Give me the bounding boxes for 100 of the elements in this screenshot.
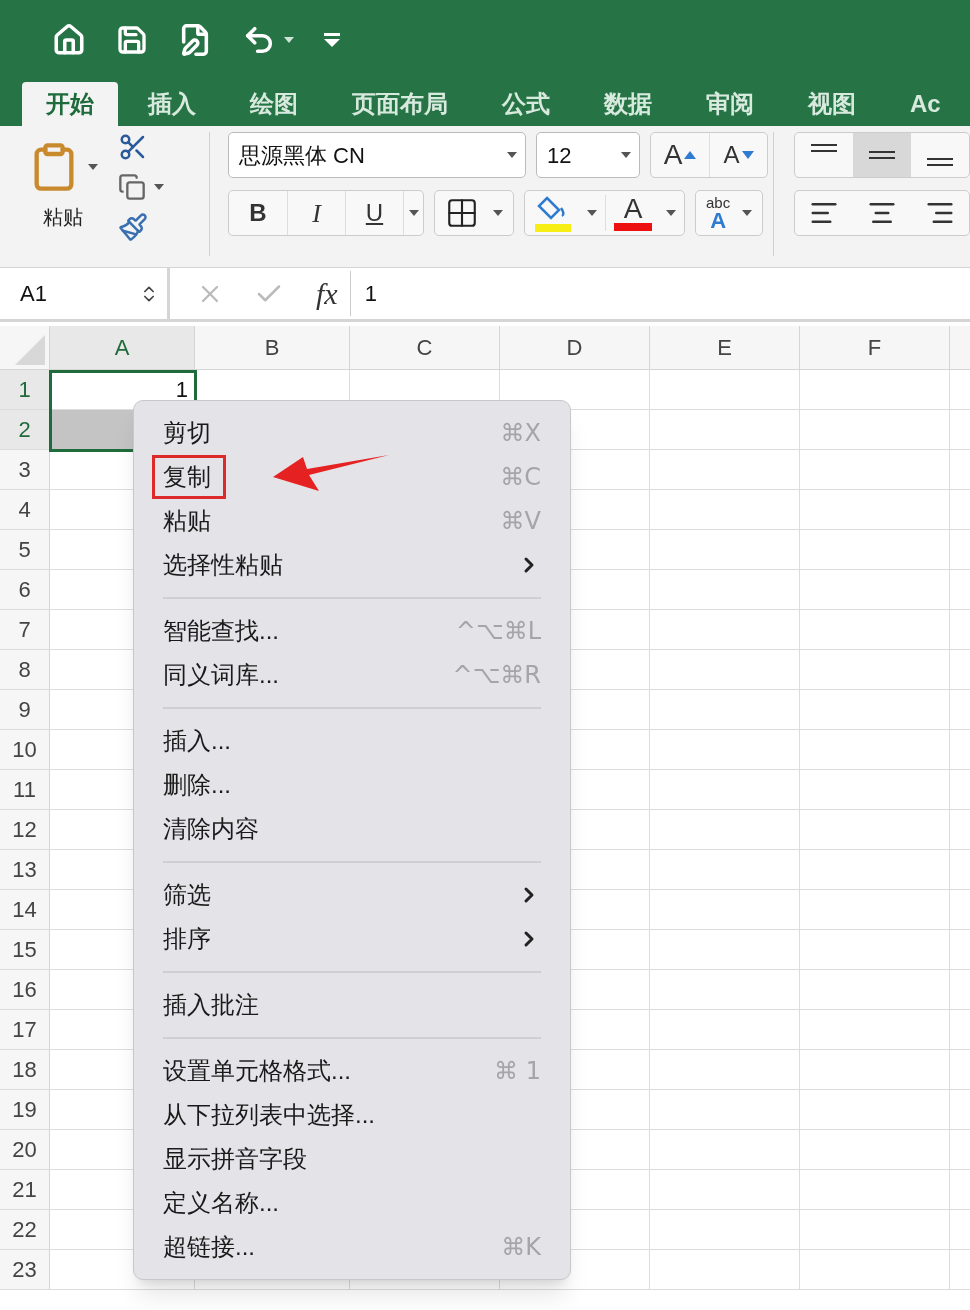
triangle-icon <box>15 335 45 365</box>
fill-color-icon[interactable] <box>533 194 573 232</box>
shortcut-text: ⌘K <box>501 1232 541 1263</box>
ribbon-tab[interactable]: 数据 <box>580 82 676 126</box>
shortcut-text: ⌘C <box>500 462 541 493</box>
save-icon[interactable] <box>116 24 148 56</box>
customize-toolbar-icon[interactable] <box>324 33 340 47</box>
column-header[interactable]: A <box>50 326 195 369</box>
row-header[interactable]: 2 <box>0 410 50 449</box>
menu-item[interactable]: 复制 ⌘C <box>134 455 570 499</box>
caret-icon <box>621 152 631 158</box>
shortcut-text: ^⌥⌘R <box>452 660 541 691</box>
row-header[interactable]: 4 <box>0 490 50 529</box>
ribbon-tab[interactable]: 插入 <box>124 82 220 126</box>
row-header[interactable]: 22 <box>0 1210 50 1249</box>
row-header[interactable]: 6 <box>0 570 50 609</box>
font-name-field[interactable]: 思源黑体 CN <box>228 132 526 178</box>
color-bar <box>614 223 652 231</box>
menu-item-label: 定义名称... <box>163 1188 279 1218</box>
ribbon-tab[interactable]: 公式 <box>478 82 574 126</box>
row-header[interactable]: 5 <box>0 530 50 569</box>
vertical-align-button[interactable] <box>853 133 911 177</box>
menu-item-label: 删除... <box>163 770 231 800</box>
menu-item[interactable]: 设置单元格格式... ⌘ 1 <box>134 1049 570 1093</box>
column-header[interactable]: F <box>800 326 950 369</box>
align-lines-icon <box>869 151 895 159</box>
row-header[interactable]: 12 <box>0 810 50 849</box>
caret-icon <box>493 210 503 216</box>
caret-icon <box>88 164 98 170</box>
ribbon-tab[interactable]: 页面布局 <box>328 82 472 126</box>
format-painter-icon[interactable] <box>118 212 148 242</box>
menu-item-label: 设置单元格格式... <box>163 1056 351 1086</box>
font-color-button[interactable]: A <box>614 195 652 231</box>
shortcut-text: ^⌥⌘L <box>455 616 541 647</box>
copy-icon[interactable] <box>118 172 146 202</box>
row-header[interactable]: 8 <box>0 650 50 689</box>
menu-item[interactable]: 从下拉列表中选择... <box>134 1093 570 1137</box>
row-header[interactable]: 21 <box>0 1170 50 1209</box>
row-header[interactable]: 3 <box>0 450 50 489</box>
row-header[interactable]: 15 <box>0 930 50 969</box>
row-header[interactable]: 11 <box>0 770 50 809</box>
font-size-field[interactable]: 12 <box>536 132 640 178</box>
menu-item[interactable]: 插入批注 <box>134 983 570 1027</box>
home-icon[interactable] <box>52 23 86 57</box>
menu-item[interactable]: 显示拼音字段 <box>134 1137 570 1181</box>
ribbon-tab[interactable]: Ac <box>886 82 965 126</box>
menu-item[interactable]: 超链接... ⌘K <box>134 1225 570 1269</box>
menu-item[interactable]: 粘贴 ⌘V <box>134 499 570 543</box>
menu-item-label: 排序 <box>163 924 211 954</box>
align-lines-icon <box>811 144 837 152</box>
name-box[interactable]: A1 <box>0 266 170 321</box>
menu-item[interactable]: 选择性粘贴 <box>134 543 570 587</box>
row-header[interactable]: 13 <box>0 850 50 889</box>
increase-font-size-button[interactable]: A <box>651 133 709 177</box>
caret-icon <box>666 210 676 216</box>
row-header[interactable]: 16 <box>0 970 50 1009</box>
row-header[interactable]: 17 <box>0 1010 50 1049</box>
menu-item[interactable]: 筛选 <box>134 873 570 917</box>
borders-icon[interactable] <box>445 196 479 230</box>
row-header[interactable]: 10 <box>0 730 50 769</box>
menu-item[interactable]: 排序 <box>134 917 570 961</box>
triangle-down-icon <box>741 151 754 159</box>
menu-item[interactable]: 剪切 ⌘X <box>134 411 570 455</box>
row-header[interactable]: 7 <box>0 610 50 649</box>
menu-item[interactable]: 删除... <box>134 763 570 807</box>
ribbon-tab[interactable]: 开始 <box>22 82 118 126</box>
row-header[interactable]: 14 <box>0 890 50 929</box>
row-header[interactable]: 20 <box>0 1130 50 1169</box>
caret-icon[interactable] <box>284 37 294 43</box>
row-header[interactable]: 18 <box>0 1050 50 1089</box>
ribbon-tab[interactable]: 绘图 <box>226 82 322 126</box>
underline-button[interactable]: U <box>345 191 403 235</box>
menu-item[interactable]: 同义词库... ^⌥⌘R <box>134 653 570 697</box>
menu-item-label: 复制 <box>163 463 211 490</box>
column-header[interactable]: D <box>500 326 650 369</box>
italic-button[interactable]: I <box>287 191 345 235</box>
menu-item[interactable]: 插入... <box>134 719 570 763</box>
caret-icon <box>154 184 164 190</box>
column-header[interactable]: E <box>650 326 800 369</box>
decrease-font-size-button[interactable]: A <box>709 133 767 177</box>
column-header[interactable]: C <box>350 326 500 369</box>
insert-function-button[interactable]: fx <box>316 271 351 316</box>
caret-icon <box>507 152 517 158</box>
formula-input[interactable]: 1 <box>364 277 377 310</box>
menu-item[interactable]: 智能查找... ^⌥⌘L <box>134 609 570 653</box>
row-header[interactable]: 1 <box>0 370 50 409</box>
row-header[interactable]: 23 <box>0 1250 50 1289</box>
shortcut-text: ⌘X <box>500 418 541 449</box>
ribbon-tab[interactable]: 审阅 <box>682 82 778 126</box>
column-header[interactable]: B <box>195 326 350 369</box>
paste-button[interactable]: 粘贴 <box>28 132 98 256</box>
row-header[interactable]: 19 <box>0 1090 50 1129</box>
shortcut-text: ⌘V <box>500 506 541 537</box>
menu-item[interactable]: 清除内容 <box>134 807 570 851</box>
row-header[interactable]: 9 <box>0 690 50 729</box>
phonetic-guide-letter[interactable]: A <box>710 209 727 232</box>
menu-item[interactable]: 定义名称... <box>134 1181 570 1225</box>
phonetic-guide-text[interactable]: abc <box>706 194 731 210</box>
ribbon-tab[interactable]: 视图 <box>784 82 880 126</box>
bold-button[interactable]: B <box>229 191 287 235</box>
